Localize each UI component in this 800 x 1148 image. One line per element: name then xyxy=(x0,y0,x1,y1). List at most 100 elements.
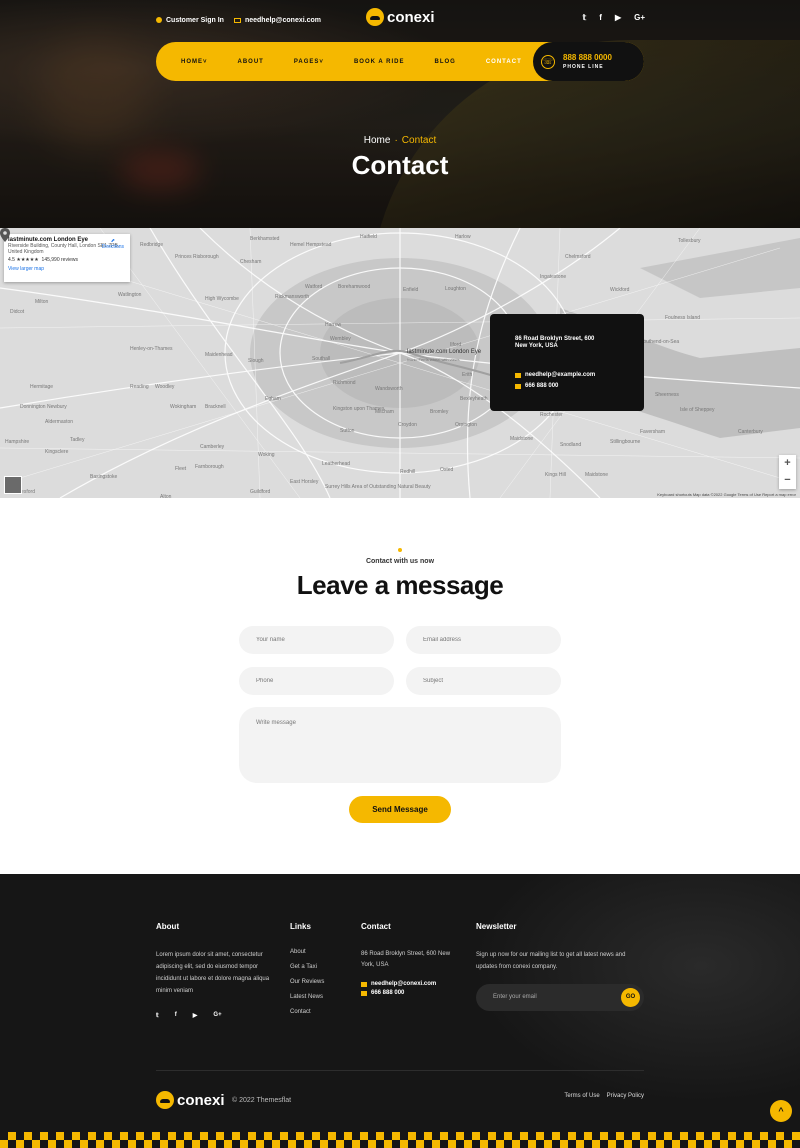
message-textarea[interactable] xyxy=(239,707,561,783)
footer-link-about[interactable]: About xyxy=(290,949,324,955)
breadcrumb: Home · Contact xyxy=(363,135,437,146)
section-title: Leave a message xyxy=(296,570,504,600)
user-icon xyxy=(156,17,162,23)
site-footer: About Lorem ipsum dolor sit amet, consec… xyxy=(0,874,800,1148)
zoom-out-button[interactable]: − xyxy=(779,472,796,489)
youtube-icon[interactable]: ▶ xyxy=(615,13,621,22)
newsletter-email-input[interactable]: Enter your email GO xyxy=(476,984,644,1011)
svg-text:Basingstoke: Basingstoke xyxy=(90,474,117,480)
svg-text:Aldermaston: Aldermaston xyxy=(45,419,73,425)
footer-about: About Lorem ipsum dolor sit amet, consec… xyxy=(156,922,278,1019)
place-reviews[interactable]: 145,990 reviews xyxy=(42,257,78,263)
svg-text:Mitcham: Mitcham xyxy=(375,409,394,415)
footer-phone[interactable]: 666 888 000 xyxy=(361,990,451,996)
checker-stripe xyxy=(0,1132,800,1148)
map-zoom-control: + − xyxy=(779,455,796,489)
office-email-row[interactable]: needhelp@example.com xyxy=(515,372,644,378)
directions-button[interactable]: ⬈ Directions xyxy=(102,238,124,250)
youtube-icon[interactable]: ▶ xyxy=(193,1012,198,1019)
mail-icon xyxy=(515,372,521,378)
twitter-icon[interactable]: 𝕥 xyxy=(583,13,587,22)
svg-text:Surrey Hills Area of Outstandi: Surrey Hills Area of Outstanding Natural… xyxy=(325,484,431,490)
breadcrumb-home[interactable]: Home xyxy=(364,135,391,146)
footer-logo[interactable]: conexi xyxy=(156,1091,225,1109)
satellite-toggle[interactable] xyxy=(4,476,22,494)
svg-text:Berkhamsted: Berkhamsted xyxy=(250,236,280,242)
svg-text:Redhill: Redhill xyxy=(400,469,415,475)
nav-book-a-ride[interactable]: BOOK A RIDE xyxy=(354,59,405,65)
pin-label: lastminute.com London Eye Iconic Ferris … xyxy=(407,349,482,362)
svg-text:Princes Risborough: Princes Risborough xyxy=(175,254,219,260)
footer-about-heading: About xyxy=(156,922,180,931)
footer-contact: Contact 86 Road Broklyn Street, 600 New … xyxy=(361,922,451,999)
footer-newsletter-text: Sign up now for our mailing list to get … xyxy=(476,952,626,970)
terms-link[interactable]: Terms of Use xyxy=(564,1093,599,1099)
svg-text:Leatherhead: Leatherhead xyxy=(322,461,350,467)
logo[interactable]: conexi xyxy=(366,8,435,26)
footer-contact-heading: Contact xyxy=(361,922,391,931)
svg-text:Camberley: Camberley xyxy=(200,444,225,450)
footer-link-reviews[interactable]: Our Reviews xyxy=(290,979,324,985)
svg-text:Wembley: Wembley xyxy=(330,336,351,342)
office-phone-row[interactable]: 666 888 000 xyxy=(515,383,644,389)
google-map[interactable]: Redbridge Berkhamsted Hemel Hempstead Hatf… xyxy=(0,228,800,498)
subject-input[interactable] xyxy=(406,667,561,695)
phone-number: 888 888 0000 xyxy=(563,53,612,62)
footer-link-get-a-taxi[interactable]: Get a Taxi xyxy=(290,964,324,970)
svg-text:Borehamwood: Borehamwood xyxy=(338,284,370,290)
nav-about[interactable]: ABOUT xyxy=(238,59,264,65)
svg-text:Southend-on-Sea: Southend-on-Sea xyxy=(640,339,679,345)
footer-links-heading: Links xyxy=(290,922,311,931)
zoom-in-button[interactable]: + xyxy=(779,455,796,472)
mail-icon xyxy=(361,981,367,987)
name-input[interactable] xyxy=(239,626,394,654)
svg-text:Tollesbury: Tollesbury xyxy=(678,238,701,244)
footer-link-news[interactable]: Latest News xyxy=(290,994,324,1000)
svg-text:Chesham: Chesham xyxy=(240,259,261,265)
topbar-email-link[interactable]: needhelp@conexi.com xyxy=(233,17,321,24)
svg-text:Watlington: Watlington xyxy=(118,292,142,298)
svg-text:Orpington: Orpington xyxy=(455,422,477,428)
nav-contact[interactable]: CONTACT xyxy=(486,59,522,65)
footer-newsletter-heading: Newsletter xyxy=(476,922,517,931)
svg-text:Watford: Watford xyxy=(305,284,323,290)
svg-text:Wokingham: Wokingham xyxy=(170,404,196,410)
nav-blog[interactable]: BLOG xyxy=(435,59,456,65)
phone-line-box[interactable]: ☏ 888 888 0000 PHONE LINE xyxy=(533,42,644,81)
svg-text:Bromley: Bromley xyxy=(430,409,449,415)
customer-signin-link[interactable]: Customer Sign In xyxy=(156,17,224,24)
google-plus-icon[interactable]: G+ xyxy=(634,13,645,22)
view-larger-map-link[interactable]: View larger map xyxy=(8,266,126,272)
svg-text:Kingsclere: Kingsclere xyxy=(45,449,69,455)
svg-text:Guildford: Guildford xyxy=(250,489,271,495)
privacy-link[interactable]: Privacy Policy xyxy=(607,1093,644,1099)
footer-email[interactable]: needhelp@conexi.com xyxy=(361,981,451,987)
phone-icon: ☏ xyxy=(541,54,555,69)
svg-text:Ilford: Ilford xyxy=(450,342,461,348)
svg-text:High Wycombe: High Wycombe xyxy=(205,296,239,302)
footer-link-contact[interactable]: Contact xyxy=(290,1009,324,1015)
facebook-icon[interactable]: f xyxy=(175,1012,177,1019)
svg-text:Isle of Sheppey: Isle of Sheppey xyxy=(680,407,715,413)
map-attribution[interactable]: Keyboard shortcuts Map data ©2022 Google… xyxy=(657,492,796,497)
svg-text:Hemel Hempstead: Hemel Hempstead xyxy=(290,242,332,248)
newsletter-go-button[interactable]: GO xyxy=(621,988,640,1007)
send-message-button[interactable]: Send Message xyxy=(349,796,451,823)
scroll-to-top-button[interactable]: ^ xyxy=(770,1100,792,1122)
map-pin-icon[interactable] xyxy=(0,228,10,242)
twitter-icon[interactable]: 𝕥 xyxy=(156,1012,159,1019)
svg-text:Rickmansworth: Rickmansworth xyxy=(275,294,309,300)
svg-text:Faversham: Faversham xyxy=(640,429,665,435)
email-input[interactable] xyxy=(406,626,561,654)
nav-pages[interactable]: PAGES˅ xyxy=(294,59,324,65)
phone-input[interactable] xyxy=(239,667,394,695)
svg-text:Rochester: Rochester xyxy=(540,412,563,418)
nav-home[interactable]: HOME˅ xyxy=(181,59,208,65)
svg-text:Maidstone: Maidstone xyxy=(510,436,533,442)
facebook-icon[interactable]: f xyxy=(599,13,602,22)
svg-text:Bracknell: Bracknell xyxy=(205,404,226,410)
google-plus-icon[interactable]: G+ xyxy=(213,1012,221,1019)
svg-text:Southall: Southall xyxy=(312,356,330,362)
svg-text:Hampshire: Hampshire xyxy=(5,439,29,445)
svg-text:Snodland: Snodland xyxy=(560,442,581,448)
